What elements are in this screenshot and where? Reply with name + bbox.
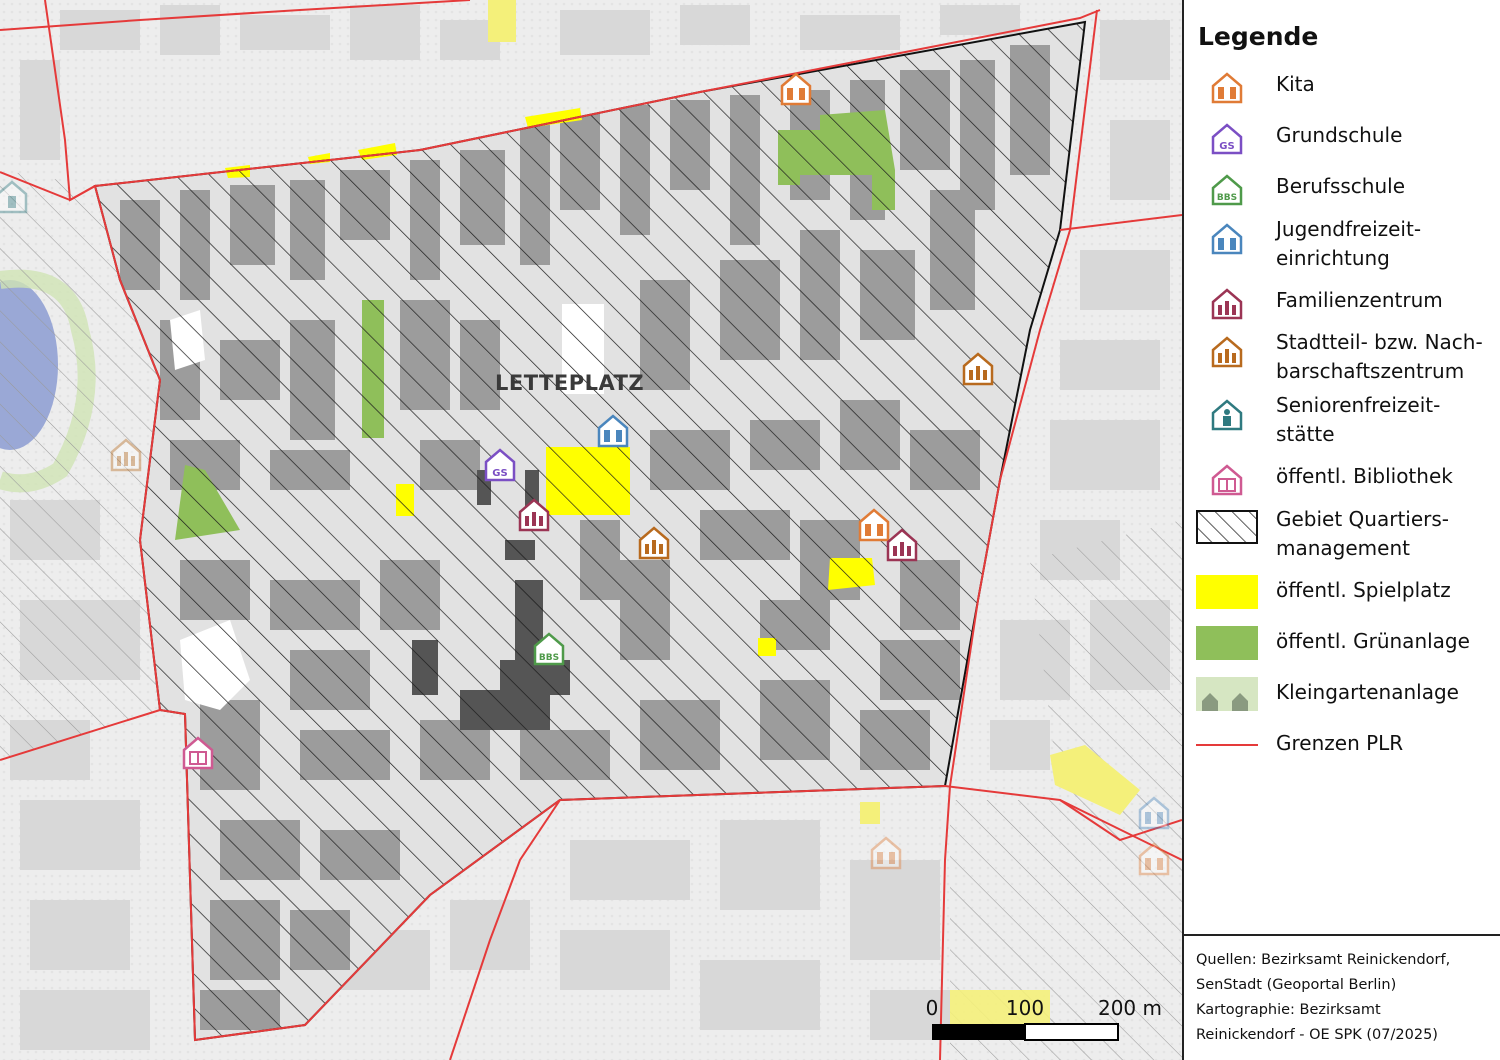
legend-label-berufsschule: Berufsschule [1276,174,1406,198]
district-label: LETTEPLATZ [495,371,644,395]
boundary-line-swatch [1196,727,1258,763]
legend-label-familienzentrum: Familienzentrum [1276,288,1443,312]
svg-text:BBS: BBS [539,653,559,663]
grundschule-icon: GS [1196,121,1258,157]
legend-label-gruenanlage: öffentl. Grünanlage [1276,629,1470,653]
map-area[interactable]: LETTEPLATZ GS BBS 0 100 200 m [0,0,1182,1060]
svg-text:GS: GS [1219,141,1234,152]
legend-label-jugendfreizeit: Jugendfreizeit- einrichtung [1276,217,1422,270]
playground-swatch [1196,574,1258,610]
familienzentrum-icon [1196,286,1258,322]
legend-label-kita: Kita [1276,72,1315,96]
stadtteilzentrum-icon [1196,334,1258,370]
playground-outside [488,0,516,42]
jugendfreizeit-icon [1196,221,1258,257]
kita-icon [1196,70,1258,106]
berufsschule-icon: BBS [1196,172,1258,208]
svg-text:GS: GS [492,468,507,479]
legend-panel: Legende Kita GS Grundschule BBS Berufssc… [1182,0,1500,1060]
scale-tick-100: 100 [1006,996,1044,1020]
legend-label-kleingarten: Kleingartenanlage [1276,680,1459,704]
legend-label-seniorenfreizeit: Seniorenfreizeit- stätte [1276,393,1441,446]
scale-tick-200: 200 m [1098,996,1162,1020]
green-space-swatch [1196,625,1258,661]
legend-label-stadtteilzentrum: Stadtteil- bzw. Nach- barschaftszentrum [1276,330,1483,383]
map-canvas: LETTEPLATZ GS BBS 0 100 200 m [0,0,1182,1060]
legend-label-bibliothek: öffentl. Bibliothek [1276,464,1453,488]
legend-label-plr: Grenzen PLR [1276,731,1404,755]
allotment-swatch [1196,676,1258,712]
legend-label-grundschule: Grundschule [1276,123,1403,147]
scale-tick-0: 0 [926,996,939,1020]
bibliothek-icon [1196,462,1258,498]
seniorenfreizeit-icon [1196,397,1258,433]
svg-text:BBS: BBS [1217,193,1237,203]
legend-title: Legende [1198,22,1319,51]
legend-label-spielplatz: öffentl. Spielplatz [1276,578,1451,602]
hatched-area-swatch [1196,509,1258,545]
legend-label-qm-area: Gebiet Quartiers- management [1276,507,1450,560]
sources-box: Quellen: Bezirksamt Reinickendorf, SenSt… [1182,934,1500,1060]
